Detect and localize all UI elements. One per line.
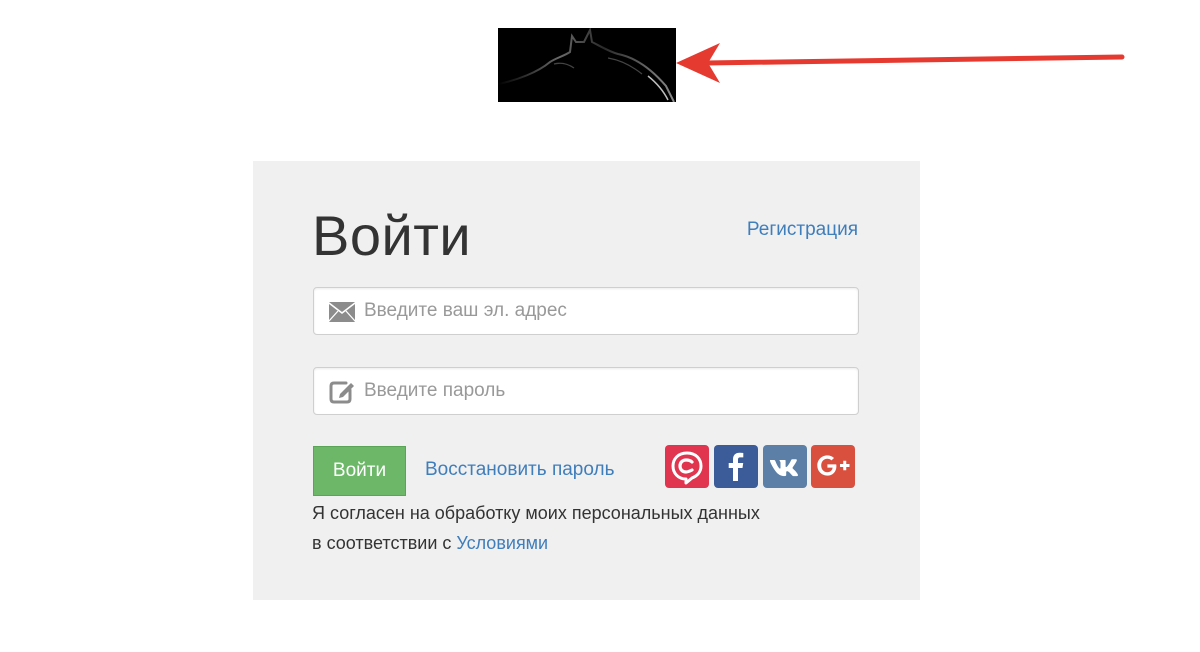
google-plus-login-button[interactable] [811, 445, 855, 488]
google-plus-icon [817, 455, 850, 476]
email-field [313, 287, 859, 335]
page-title: Войти [312, 204, 472, 267]
consent-line-2-prefix: в соответствии с [312, 533, 457, 553]
dark-knight-silhouette-logo-icon [498, 28, 676, 102]
login-card: Войти Регистрация Войти Восстановить пар… [253, 161, 920, 600]
envelope-icon [328, 302, 356, 322]
logo-banner [498, 28, 676, 102]
vk-icon [770, 459, 798, 477]
page: Войти Регистрация Войти Восстановить пар… [0, 0, 1200, 652]
copter-icon [671, 451, 703, 485]
vk-login-button[interactable] [763, 445, 807, 488]
password-field [313, 367, 859, 415]
terms-link[interactable]: Условиями [456, 533, 548, 553]
edit-icon [329, 381, 354, 404]
facebook-icon [728, 452, 744, 481]
red-arrow-icon [676, 43, 1125, 83]
consent-text: Я согласен на обработку моих персональны… [312, 498, 760, 558]
register-link[interactable]: Регистрация [747, 219, 858, 241]
password-input[interactable] [364, 368, 844, 414]
login-button[interactable]: Войти [313, 446, 406, 496]
restore-password-link[interactable]: Восстановить пароль [425, 459, 615, 481]
consent-line-1: Я согласен на обработку моих персональны… [312, 503, 760, 523]
copter-login-button[interactable] [665, 445, 709, 488]
email-input[interactable] [364, 288, 844, 334]
facebook-login-button[interactable] [714, 445, 758, 488]
